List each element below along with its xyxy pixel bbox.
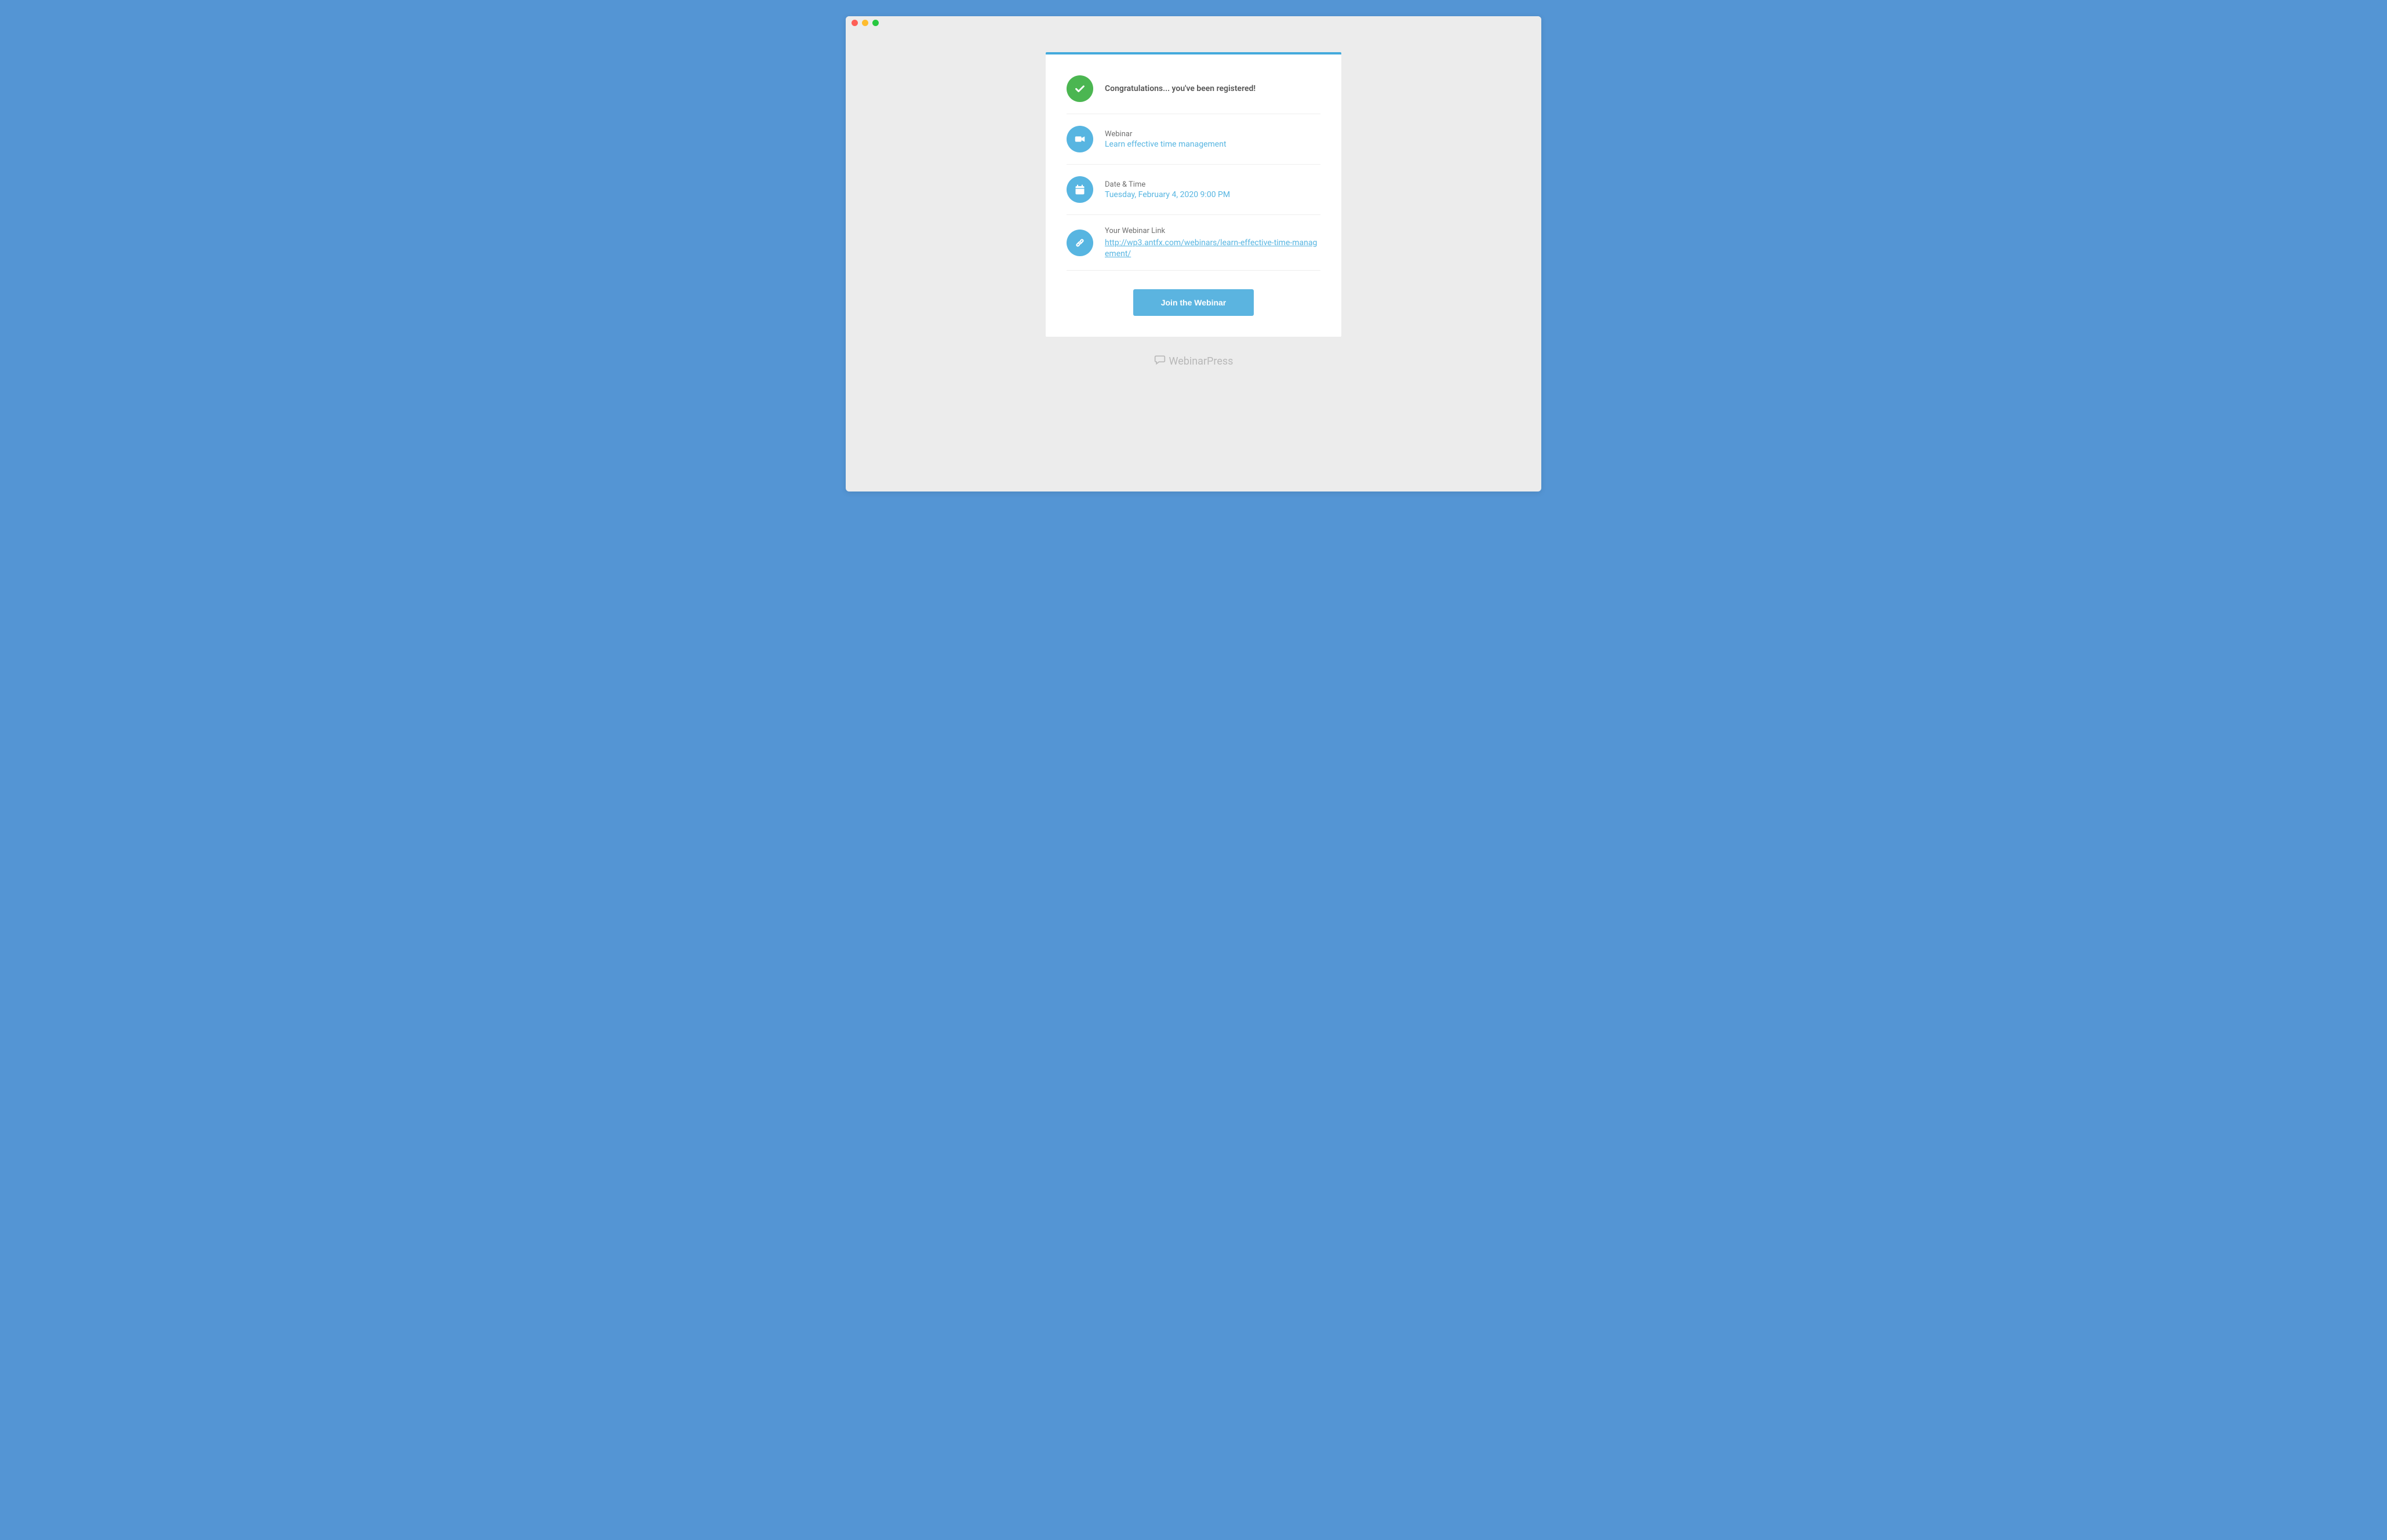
minimize-icon[interactable] xyxy=(862,20,868,26)
success-row: Congratulations... you've been registere… xyxy=(1067,54,1320,114)
maximize-icon[interactable] xyxy=(872,20,879,26)
close-icon[interactable] xyxy=(852,20,858,26)
comment-icon xyxy=(1154,354,1166,369)
page-viewport: Congratulations... you've been registere… xyxy=(846,29,1541,403)
datetime-label: Date & Time xyxy=(1105,180,1320,189)
video-camera-icon xyxy=(1067,126,1093,152)
link-row: Your Webinar Link http://wp3.antfx.com/w… xyxy=(1067,215,1320,271)
button-container: Join the Webinar xyxy=(1067,289,1320,316)
calendar-icon xyxy=(1067,176,1093,203)
checkmark-icon xyxy=(1067,75,1093,102)
window-title-bar xyxy=(846,16,1541,29)
webinar-url-link[interactable]: http://wp3.antfx.com/webinars/learn-effe… xyxy=(1105,238,1317,259)
link-icon xyxy=(1067,230,1093,256)
webinar-row: Webinar Learn effective time management xyxy=(1067,114,1320,165)
join-webinar-button[interactable]: Join the Webinar xyxy=(1133,289,1254,316)
webinar-title-link[interactable]: Learn effective time management xyxy=(1105,140,1320,149)
brand-name: WebinarPress xyxy=(1169,355,1233,367)
success-headline: Congratulations... you've been registere… xyxy=(1105,84,1320,93)
browser-window: Congratulations... you've been registere… xyxy=(846,16,1541,492)
datetime-row: Date & Time Tuesday, February 4, 2020 9:… xyxy=(1067,165,1320,215)
datetime-value: Tuesday, February 4, 2020 9:00 PM xyxy=(1105,190,1320,199)
webinar-label: Webinar xyxy=(1105,130,1320,139)
link-label: Your Webinar Link xyxy=(1105,227,1320,235)
confirmation-card: Congratulations... you've been registere… xyxy=(1046,52,1341,337)
footer-brand: WebinarPress xyxy=(1154,354,1233,369)
